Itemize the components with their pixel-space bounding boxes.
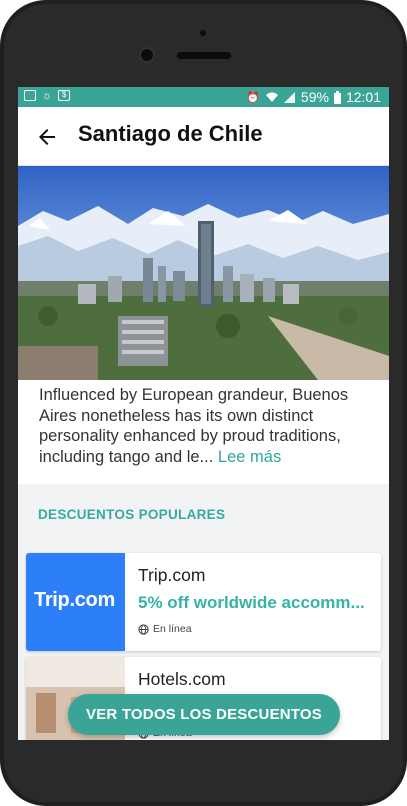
globe-icon — [138, 623, 149, 635]
front-camera — [141, 49, 153, 61]
read-more-link[interactable]: Lee más — [218, 448, 281, 466]
signal-icon — [283, 91, 295, 103]
alarm-icon: ⏰ — [246, 91, 260, 104]
phone-frame: ☼ $ ⏰ 59% 12:01 Santiago de Chile Influe… — [0, 0, 407, 806]
wifi-icon — [265, 92, 278, 102]
description-paragraph: Influenced by European grandeur, Buenos … — [39, 385, 374, 467]
trip-logo: Trip.com — [26, 553, 125, 651]
mail-icon — [24, 90, 36, 101]
city-hero-image — [18, 166, 389, 380]
discount-brand: Trip.com — [138, 565, 206, 585]
page-title: Santiago de Chile — [78, 121, 263, 146]
santiago-skyline-image — [18, 166, 389, 380]
section-title-discounts: DESCUENTOS POPULARES — [38, 507, 226, 522]
clock: 12:01 — [345, 89, 381, 105]
app-screen: ☼ $ ⏰ 59% 12:01 Santiago de Chile Influe… — [18, 87, 389, 740]
trip-logo-text: Trip.com — [34, 589, 115, 611]
notification-icons: ☼ $ — [24, 90, 71, 102]
battery-percent: 59% — [300, 89, 329, 105]
see-all-discounts-button[interactable]: VER TODOS LOS DESCUENTOS — [68, 694, 340, 735]
discount-card[interactable]: Trip.com Trip.com 5% off worldwide accom… — [26, 553, 381, 651]
status-bar: ☼ $ ⏰ 59% 12:01 — [18, 87, 389, 107]
availability-label: En línea — [153, 623, 192, 635]
availability: En línea — [138, 623, 192, 635]
dollar-icon: $ — [58, 90, 71, 101]
city-description: Influenced by European grandeur, Buenos … — [18, 380, 389, 484]
earpiece-speaker — [177, 52, 231, 59]
system-icons: ⏰ 59% 12:01 — [246, 89, 381, 105]
discount-offer: 5% off worldwide accomm... — [138, 593, 365, 612]
discount-brand: Hotels.com — [138, 669, 226, 689]
weather-icon: ☼ — [42, 90, 53, 102]
back-arrow-icon[interactable] — [35, 125, 59, 149]
app-bar: Santiago de Chile — [18, 107, 389, 166]
battery-icon — [333, 90, 341, 104]
description-text: Influenced by European grandeur, Buenos … — [39, 386, 349, 466]
proximity-sensor — [200, 30, 206, 36]
